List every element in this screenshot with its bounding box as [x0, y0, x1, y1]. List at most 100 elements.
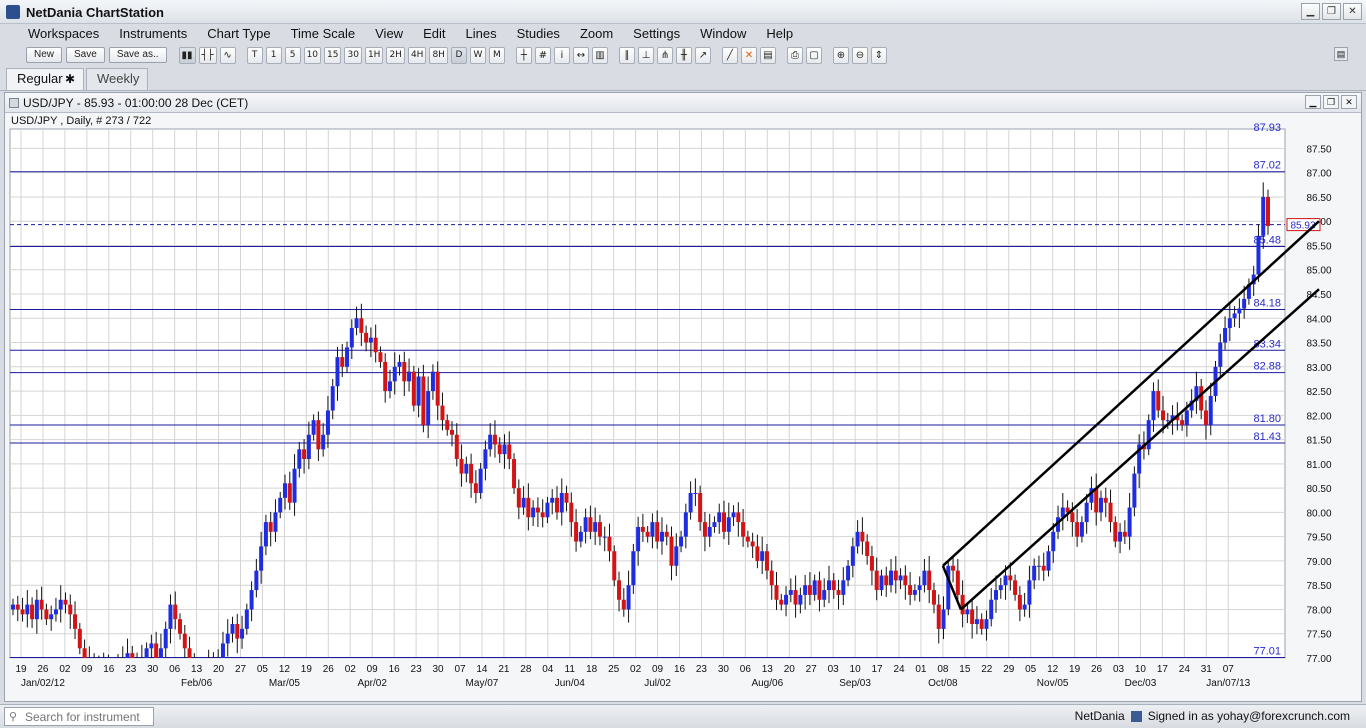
timescale-monthly-button[interactable]: M — [488, 46, 505, 64]
save-button[interactable]: Save — [66, 47, 105, 63]
candle-body — [836, 590, 841, 595]
candle-body — [1203, 410, 1208, 426]
restore-button[interactable]: ❐ — [1322, 3, 1341, 20]
x-month-label: Oct/08 — [928, 678, 958, 689]
timescale-30m-button[interactable]: 30 — [344, 46, 362, 64]
fibonacci-icon[interactable]: ⊥ — [637, 46, 654, 64]
candle-body — [473, 483, 478, 493]
volume-icon[interactable]: ▥ — [591, 46, 608, 64]
price-chart[interactable]: 77.00 77.50 78.00 78.50 79.00 79.50 80.00 80.50… — [5, 93, 1361, 701]
candle-body — [516, 488, 521, 508]
candle-body — [11, 604, 15, 610]
toolbar-options-icon[interactable]: ▤ — [1334, 47, 1348, 61]
menu-instruments[interactable]: Instruments — [109, 25, 197, 43]
zoom-fit-icon[interactable]: ⇕ — [870, 46, 887, 64]
timescale-8h-button[interactable]: 8H — [429, 46, 448, 64]
horizontal-level-label: 81.43 — [1253, 431, 1281, 443]
timescale-daily-button[interactable]: D — [450, 46, 467, 64]
timescale-1m-button[interactable]: 1 — [265, 46, 282, 64]
x-tick-label: 23 — [411, 664, 423, 675]
delete-all-icon[interactable]: ▤ — [759, 46, 776, 64]
candle-body — [383, 361, 388, 392]
trendline-icon[interactable]: ╱ — [721, 46, 738, 64]
candle-body — [927, 570, 932, 591]
arrow-tool-icon[interactable]: ↗ — [694, 46, 711, 64]
new-button[interactable]: New — [26, 47, 63, 63]
timescale-5m-button[interactable]: 5 — [284, 46, 301, 64]
candle-body — [1261, 196, 1266, 236]
menu-lines[interactable]: Lines — [455, 25, 506, 43]
x-tick-label: 17 — [1157, 664, 1169, 675]
candle-body — [545, 502, 550, 518]
zoom-in-icon[interactable]: ⊕ — [832, 46, 849, 64]
timescale-10m-button[interactable]: 10 — [303, 46, 322, 64]
x-tick-label: 10 — [850, 664, 862, 675]
menu-help[interactable]: Help — [756, 25, 803, 43]
tab-close-icon[interactable]: ✱ — [65, 69, 75, 89]
x-tick-label: 30 — [432, 664, 444, 675]
menu-time-scale[interactable]: Time Scale — [281, 25, 366, 43]
candlestick-chart-icon[interactable]: ▮▮ — [178, 46, 196, 64]
tab-regular[interactable]: Regular ✱ — [6, 68, 84, 90]
x-tick-label: 16 — [103, 664, 115, 675]
menu-studies[interactable]: Studies — [507, 25, 570, 43]
candle-body — [97, 663, 101, 673]
scroll-icon[interactable]: ↔ — [572, 46, 589, 64]
candle-body — [1032, 565, 1037, 581]
candle-body — [1146, 420, 1151, 450]
menu-zoom[interactable]: Zoom — [570, 25, 623, 43]
info-icon[interactable]: i — [553, 46, 570, 64]
menu-view[interactable]: View — [365, 25, 413, 43]
x-tick-label: 30 — [718, 664, 730, 675]
line-chart-icon[interactable]: ∿ — [219, 46, 236, 64]
zoom-out-icon[interactable]: ⊖ — [851, 46, 868, 64]
timescale-1h-button[interactable]: 1H — [364, 46, 384, 64]
candle-body — [30, 604, 35, 620]
save-as-button[interactable]: Save as.. — [108, 47, 167, 63]
plot-background — [9, 128, 1286, 659]
candle-body — [1156, 391, 1161, 411]
candle-body — [488, 434, 493, 450]
candle-body — [144, 648, 149, 658]
grid-icon[interactable]: # — [534, 46, 551, 64]
gann-tool-icon[interactable]: ╫ — [675, 46, 692, 64]
chart-window: USD/JPY - 85.93 - 01:00:00 28 Dec (CET) … — [4, 92, 1362, 702]
bar-chart-icon[interactable]: ┤├ — [198, 46, 217, 64]
x-tick-label: 28 — [520, 664, 532, 675]
candle-body — [53, 609, 58, 615]
menu-edit[interactable]: Edit — [413, 25, 455, 43]
crosshair-icon[interactable]: ┼ — [515, 46, 532, 64]
print-icon[interactable]: ⎙ — [786, 46, 803, 64]
timescale-weekly-button[interactable]: W — [469, 46, 486, 64]
menu-window[interactable]: Window — [690, 25, 756, 43]
timescale-15m-button[interactable]: 15 — [324, 46, 342, 64]
candle-body — [225, 633, 230, 644]
delete-drawing-icon[interactable]: ✕ — [740, 46, 757, 64]
app-logo-icon — [6, 5, 20, 19]
x-tick-label: 14 — [476, 664, 488, 675]
candle-body — [478, 468, 483, 493]
candle-body — [960, 594, 965, 615]
candle-body — [15, 604, 20, 610]
timescale-2h-button[interactable]: 2H — [386, 46, 405, 64]
menu-chart-type[interactable]: Chart Type — [197, 25, 280, 43]
candle-body — [316, 420, 321, 450]
channel-tool-icon[interactable]: ∥ — [618, 46, 635, 64]
x-tick-label: 25 — [608, 664, 620, 675]
fan-tool-icon[interactable]: ⋔ — [656, 46, 673, 64]
menu-settings[interactable]: Settings — [623, 25, 690, 43]
workspace-tabbar: Regular ✱ Weekly — [0, 67, 1366, 91]
print-preview-icon[interactable]: ▢ — [805, 46, 822, 64]
menu-workspaces[interactable]: Workspaces — [18, 25, 109, 43]
minimize-button[interactable]: ▁ — [1301, 3, 1320, 20]
candle-body — [745, 536, 750, 542]
timescale-tick-button[interactable]: T — [246, 46, 263, 64]
candle-body — [550, 497, 555, 503]
instrument-search[interactable]: ⚲ — [4, 707, 154, 726]
tab-weekly[interactable]: Weekly — [86, 68, 148, 90]
candle-body — [49, 614, 54, 620]
search-input[interactable] — [25, 709, 151, 724]
candle-body — [297, 449, 302, 469]
close-button[interactable]: ✕ — [1343, 3, 1362, 20]
timescale-4h-button[interactable]: 4H — [407, 46, 427, 64]
